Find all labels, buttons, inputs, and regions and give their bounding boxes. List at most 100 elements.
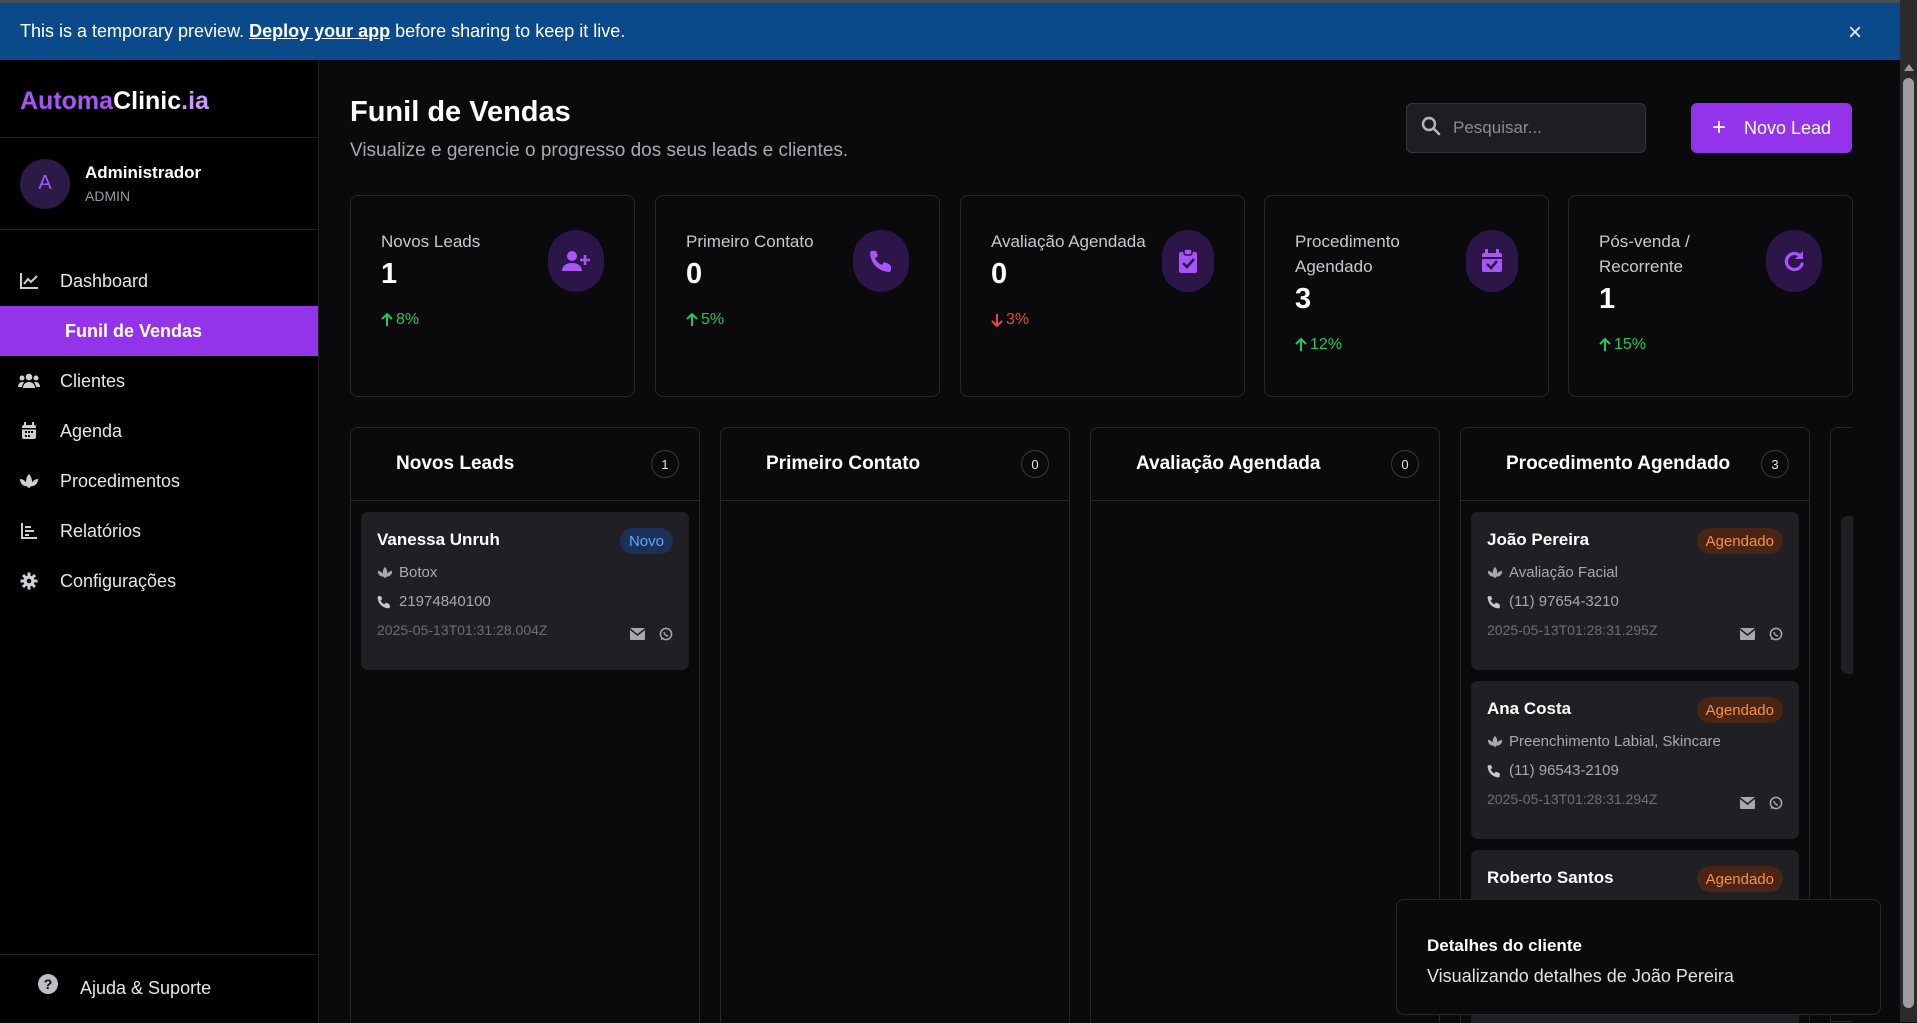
lead-card[interactable] bbox=[1841, 516, 1853, 674]
lead-card[interactable]: Vanessa Unruh Novo Botox 21974840100 202… bbox=[361, 512, 689, 670]
arrow-up-icon bbox=[381, 313, 393, 326]
banner-text-before: This is a temporary preview. bbox=[20, 21, 245, 41]
help-support-label: Ajuda & Suporte bbox=[80, 978, 212, 998]
search-box[interactable] bbox=[1406, 103, 1646, 153]
toast-message: Visualizando detalhes de João Pereira bbox=[1427, 966, 1734, 986]
phone-icon bbox=[1487, 764, 1505, 778]
email-icon[interactable] bbox=[629, 627, 646, 646]
lead-timestamp: 2025-05-13T01:28:31.294Z bbox=[1487, 791, 1658, 807]
column-title: Primeiro Contato bbox=[766, 453, 921, 474]
column-count-badge: 1 bbox=[651, 450, 679, 478]
avatar: A bbox=[20, 158, 70, 209]
column-header: Avaliação Agendada 0 bbox=[1091, 428, 1439, 501]
scroll-up-arrow-icon[interactable] bbox=[1904, 64, 1914, 71]
search-icon bbox=[1421, 116, 1441, 141]
gear-icon bbox=[18, 570, 40, 592]
status-badge: Agendado bbox=[1696, 697, 1783, 723]
user-name: Administrador bbox=[85, 163, 202, 182]
kanban-column-primeiro-contato: Primeiro Contato 0 bbox=[720, 427, 1070, 1022]
stat-trend: 8% bbox=[381, 311, 634, 329]
whatsapp-icon[interactable] bbox=[659, 627, 673, 646]
column-count-badge: 0 bbox=[1391, 450, 1419, 478]
phone-icon bbox=[1487, 595, 1505, 609]
deploy-app-link[interactable]: Deploy your app bbox=[249, 21, 390, 42]
brand-logo[interactable]: AutomaClinic.ia bbox=[0, 60, 318, 138]
new-lead-button[interactable]: + Novo Lead bbox=[1691, 103, 1852, 153]
lotus-icon bbox=[18, 470, 40, 492]
arrow-up-icon bbox=[686, 313, 698, 326]
stat-card-avaliacao-agendada: Avaliação Agendada 0 3% bbox=[960, 195, 1245, 397]
calendar-check-icon bbox=[1466, 230, 1518, 292]
chart-line-icon bbox=[18, 270, 40, 292]
stat-label: Pós-venda / Recorrente bbox=[1599, 232, 1690, 276]
lotus-icon bbox=[377, 566, 395, 579]
status-badge: Agendado bbox=[1696, 866, 1783, 892]
new-lead-label: Novo Lead bbox=[1743, 117, 1832, 138]
sidebar-item-label: Relatórios bbox=[60, 520, 142, 541]
close-banner-button[interactable]: × bbox=[1848, 19, 1862, 47]
column-title: Avaliação Agendada bbox=[1136, 453, 1321, 474]
stat-label: Primeiro Contato bbox=[686, 232, 814, 251]
stat-trend: 15% bbox=[1599, 336, 1852, 354]
lead-procedure: Avaliação Facial bbox=[1509, 564, 1618, 581]
help-support-link[interactable]: ? Ajuda & Suporte bbox=[0, 954, 318, 1022]
lead-phone: (11) 96543-2109 bbox=[1509, 762, 1619, 779]
column-header: Procedimento Agendado 3 bbox=[1461, 428, 1809, 501]
email-icon[interactable] bbox=[1739, 796, 1756, 815]
sidebar-item-dashboard[interactable]: Dashboard bbox=[0, 256, 318, 306]
lead-card[interactable]: João Pereira Agendado Avaliação Facial (… bbox=[1471, 512, 1799, 670]
lead-phone: (11) 97654-3210 bbox=[1509, 593, 1619, 610]
column-header: Novos Leads 1 bbox=[351, 428, 699, 501]
plus-icon: + bbox=[1711, 114, 1726, 141]
sidebar-item-configuracoes[interactable]: Configurações bbox=[0, 556, 318, 606]
toast-notification[interactable]: Detalhes do cliente Visualizando detalhe… bbox=[1396, 899, 1881, 1015]
stat-trend-value: 15% bbox=[1614, 336, 1647, 353]
preview-banner: This is a temporary preview. Deploy your… bbox=[0, 0, 1900, 60]
sidebar-item-label: Clientes bbox=[60, 370, 126, 391]
stat-card-procedimento-agendado: Procedimento Agendado 3 12% bbox=[1264, 195, 1549, 397]
sidebar-item-label: Configurações bbox=[60, 570, 177, 591]
status-badge: Agendado bbox=[1696, 528, 1783, 554]
sidebar-item-label: Agenda bbox=[60, 420, 123, 441]
stat-trend: 3% bbox=[991, 311, 1244, 329]
toast-title: Detalhes do cliente bbox=[1427, 936, 1582, 955]
search-input[interactable] bbox=[1453, 118, 1633, 138]
whatsapp-icon[interactable] bbox=[1769, 796, 1783, 815]
stat-label: Novos Leads bbox=[381, 232, 481, 251]
phone-icon bbox=[377, 595, 395, 609]
sidebar: AutomaClinic.ia A Administrador ADMIN Da… bbox=[0, 60, 319, 1022]
whatsapp-icon[interactable] bbox=[1769, 627, 1783, 646]
lead-procedure: Botox bbox=[399, 564, 438, 581]
stat-trend-value: 5% bbox=[701, 311, 725, 328]
kanban-column-novos-leads: Novos Leads 1 Vanessa Unruh Novo Botox 2… bbox=[350, 427, 700, 1022]
stat-value: 3 bbox=[1295, 283, 1312, 315]
sidebar-item-agenda[interactable]: Agenda bbox=[0, 406, 318, 456]
sidebar-nav: Dashboard Funil de Vendas Clientes Agend… bbox=[0, 256, 318, 606]
scrollbar-thumb[interactable] bbox=[1903, 78, 1914, 1008]
stat-trend-value: 8% bbox=[396, 311, 420, 328]
page-title: Funil de Vendas bbox=[350, 96, 571, 128]
users-icon bbox=[18, 370, 40, 392]
stat-card-primeiro-contato: Primeiro Contato 0 5% bbox=[655, 195, 940, 397]
lead-card[interactable]: Ana Costa Agendado Preenchimento Labial,… bbox=[1471, 681, 1799, 839]
arrow-down-icon bbox=[991, 314, 1003, 327]
arrow-up-icon bbox=[1599, 338, 1611, 351]
sidebar-item-clientes[interactable]: Clientes bbox=[0, 356, 318, 406]
stat-trend: 12% bbox=[1295, 336, 1548, 354]
user-profile[interactable]: A Administrador ADMIN bbox=[0, 138, 318, 230]
stat-card-novos-leads: Novos Leads 1 8% bbox=[350, 195, 635, 397]
stat-trend-value: 3% bbox=[1006, 311, 1030, 328]
sidebar-item-funil-de-vendas[interactable]: Funil de Vendas bbox=[0, 306, 318, 356]
brand-part-1: Automa bbox=[20, 87, 114, 115]
lotus-icon bbox=[1487, 735, 1505, 748]
page-scrollbar[interactable] bbox=[1900, 0, 1917, 1022]
bar-chart-icon bbox=[18, 520, 40, 542]
email-icon[interactable] bbox=[1739, 627, 1756, 646]
column-count-badge: 0 bbox=[1021, 450, 1049, 478]
lead-phone: 21974840100 bbox=[399, 593, 491, 610]
stat-trend: 5% bbox=[686, 311, 939, 329]
sidebar-item-relatorios[interactable]: Relatórios bbox=[0, 506, 318, 556]
column-header: Primeiro Contato 0 bbox=[721, 428, 1069, 501]
sidebar-item-procedimentos[interactable]: Procedimentos bbox=[0, 456, 318, 506]
status-badge: Novo bbox=[619, 528, 673, 554]
